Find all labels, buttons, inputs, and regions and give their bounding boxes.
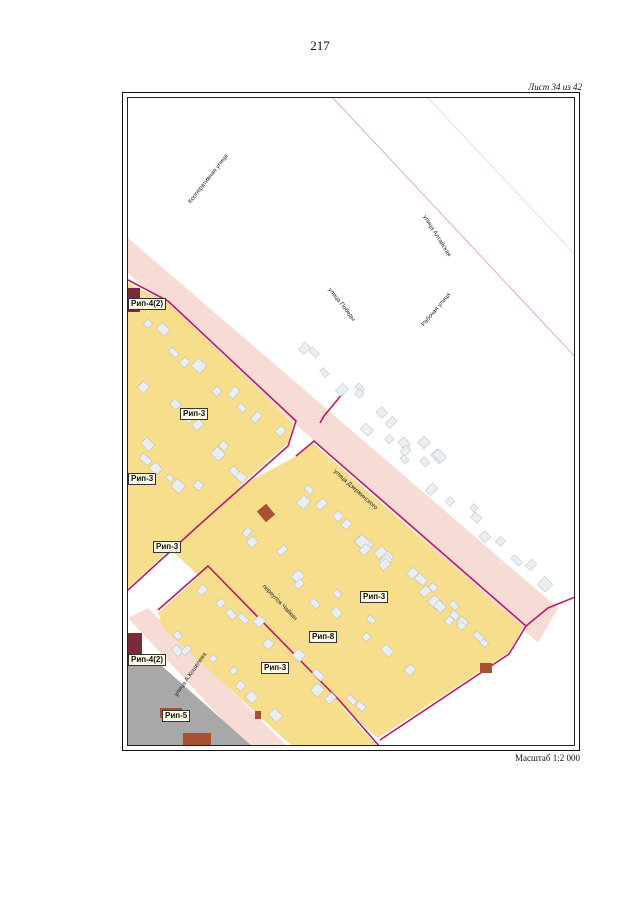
building-footprint: [399, 444, 412, 457]
building-footprint: [432, 448, 448, 464]
building-footprint: [424, 482, 439, 496]
zone-label-rip4-top: Рип-4(2): [128, 298, 166, 310]
building-footprint: [419, 456, 431, 468]
scale-label: Масштаб 1:2 000: [514, 753, 580, 763]
building-footprint: [359, 422, 374, 437]
building-footprint: [495, 535, 506, 547]
building-footprint: [417, 435, 431, 450]
building-footprint: [536, 576, 554, 593]
building-footprint: [524, 558, 538, 572]
building-footprint: [384, 416, 398, 429]
building-footprint: [510, 554, 523, 567]
zone-label-rip5: Рип-5: [162, 710, 191, 722]
zone-label-rip8: Рип-8: [309, 631, 338, 643]
page-number: 217: [310, 38, 330, 53]
zone-label-rip3-a: Рип-3: [180, 408, 209, 420]
zone-label-rip3-b: Рип-3: [128, 473, 157, 485]
building-footprint: [469, 503, 479, 513]
zone-label-rip4-bottom: Рип-4(2): [128, 654, 166, 666]
map-area[interactable]: Кооперативная улица улица Алтайская улиц…: [127, 97, 575, 746]
building-footprint: [470, 511, 483, 524]
building-footprint: [319, 367, 330, 378]
building-footprint: [375, 406, 388, 419]
zone-label-rip3-c: Рип-3: [153, 541, 182, 553]
map-frame: Кооперативная улица улица Алтайская улиц…: [122, 92, 580, 751]
brick-building-4: [183, 733, 211, 745]
building-footprint: [444, 496, 456, 507]
sheet-label: Лист 34 из 42: [528, 82, 582, 92]
building-footprint: [298, 341, 311, 355]
building-footprint: [334, 383, 349, 397]
building-footprint: [399, 454, 410, 465]
building-footprint: [384, 434, 395, 445]
building-footprint: [308, 346, 320, 358]
brick-building-2: [480, 663, 492, 673]
building-footprint: [478, 530, 492, 544]
zone-label-rip3-e: Рип-3: [261, 662, 290, 674]
railroad-line-2: [427, 98, 574, 255]
railroad-line: [332, 98, 574, 357]
zone-label-rip3-d: Рип-3: [360, 591, 389, 603]
brick-building-5: [255, 711, 261, 719]
